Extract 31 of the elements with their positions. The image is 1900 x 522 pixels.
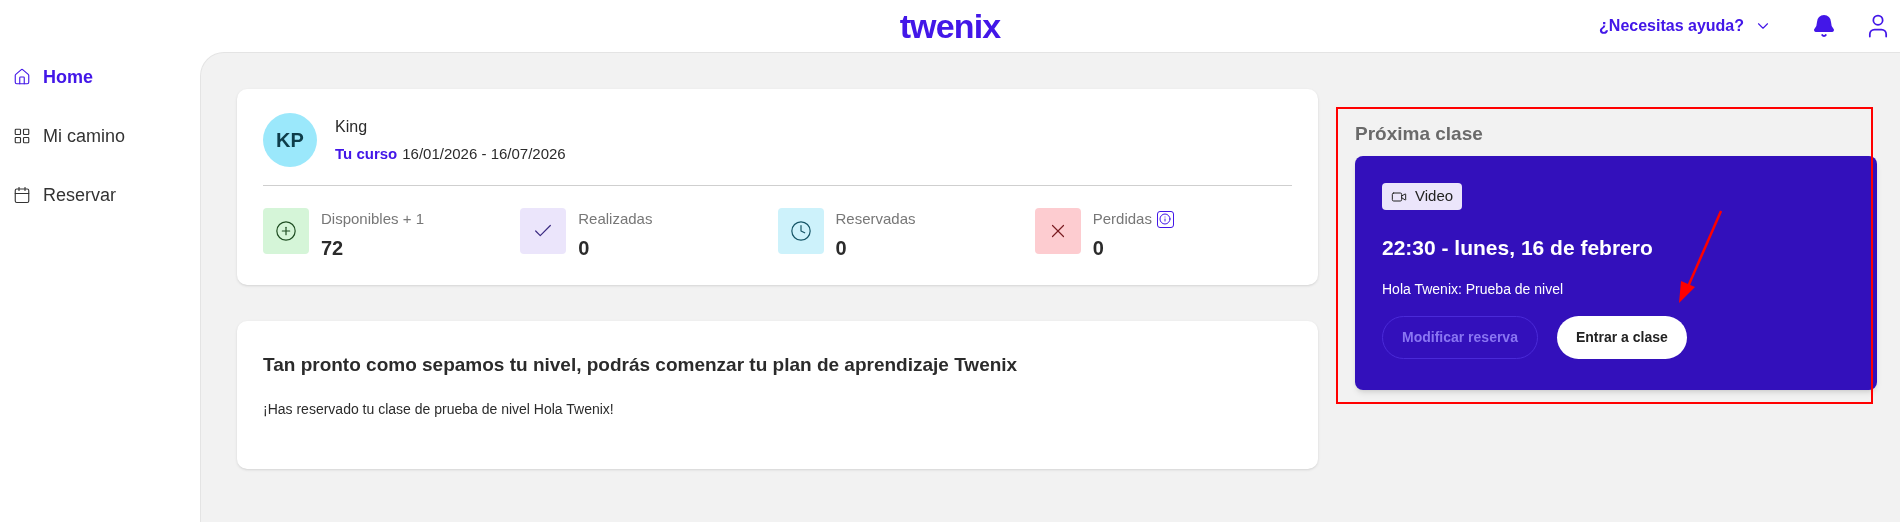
home-icon: [13, 68, 31, 86]
class-name: Hola Twenix: Prueba de nivel: [1382, 280, 1565, 299]
course-label: Tu curso: [335, 143, 398, 164]
course-dates: 16/01/2026 - 16/07/2026: [402, 143, 566, 164]
avatar: KP: [263, 113, 317, 167]
stat-label: Perdidas: [1092, 209, 1152, 229]
video-badge: Video: [1382, 183, 1463, 210]
stat-value: 0: [578, 235, 591, 261]
grid-icon: [13, 127, 31, 145]
stat-label: Reservadas: [835, 209, 916, 229]
plus-circle-icon: [275, 220, 297, 242]
stat-value: 0: [1092, 235, 1105, 261]
stat-label: Disponibles + 1: [321, 209, 424, 229]
sidebar-item[interactable]: Mi camino: [13, 121, 200, 151]
stat-value: 72: [321, 235, 345, 261]
calendar-icon: [13, 186, 31, 204]
enter-class-button[interactable]: Entrar a clase: [1556, 316, 1687, 359]
sidebar-item[interactable]: Home: [13, 62, 200, 92]
logo[interactable]: twenix: [899, 9, 1001, 43]
info-icon[interactable]: [1156, 210, 1174, 228]
stat-value: 0: [835, 235, 848, 261]
sidebar-item[interactable]: Reservar: [13, 180, 200, 210]
clock-icon: [789, 220, 812, 242]
help-dropdown[interactable]: ¿Necesitas ayuda?: [1599, 14, 1772, 38]
plan-message: ¡Has reservado tu clase de prueba de nivel Hola Twenix!: [263, 400, 615, 419]
user-name: King: [335, 116, 369, 137]
notification-bell-icon[interactable]: [1812, 14, 1836, 38]
class-time: 22:30 - lunes, 16 de febrero: [1382, 234, 1654, 261]
plan-title: Tan pronto como sepamos tu nivel, podrás comenzar tu plan de aprendizaje Twenix: [263, 352, 1019, 377]
section-heading: Próxima clase: [1355, 122, 1484, 146]
stat-label: Realizadas: [578, 209, 653, 229]
